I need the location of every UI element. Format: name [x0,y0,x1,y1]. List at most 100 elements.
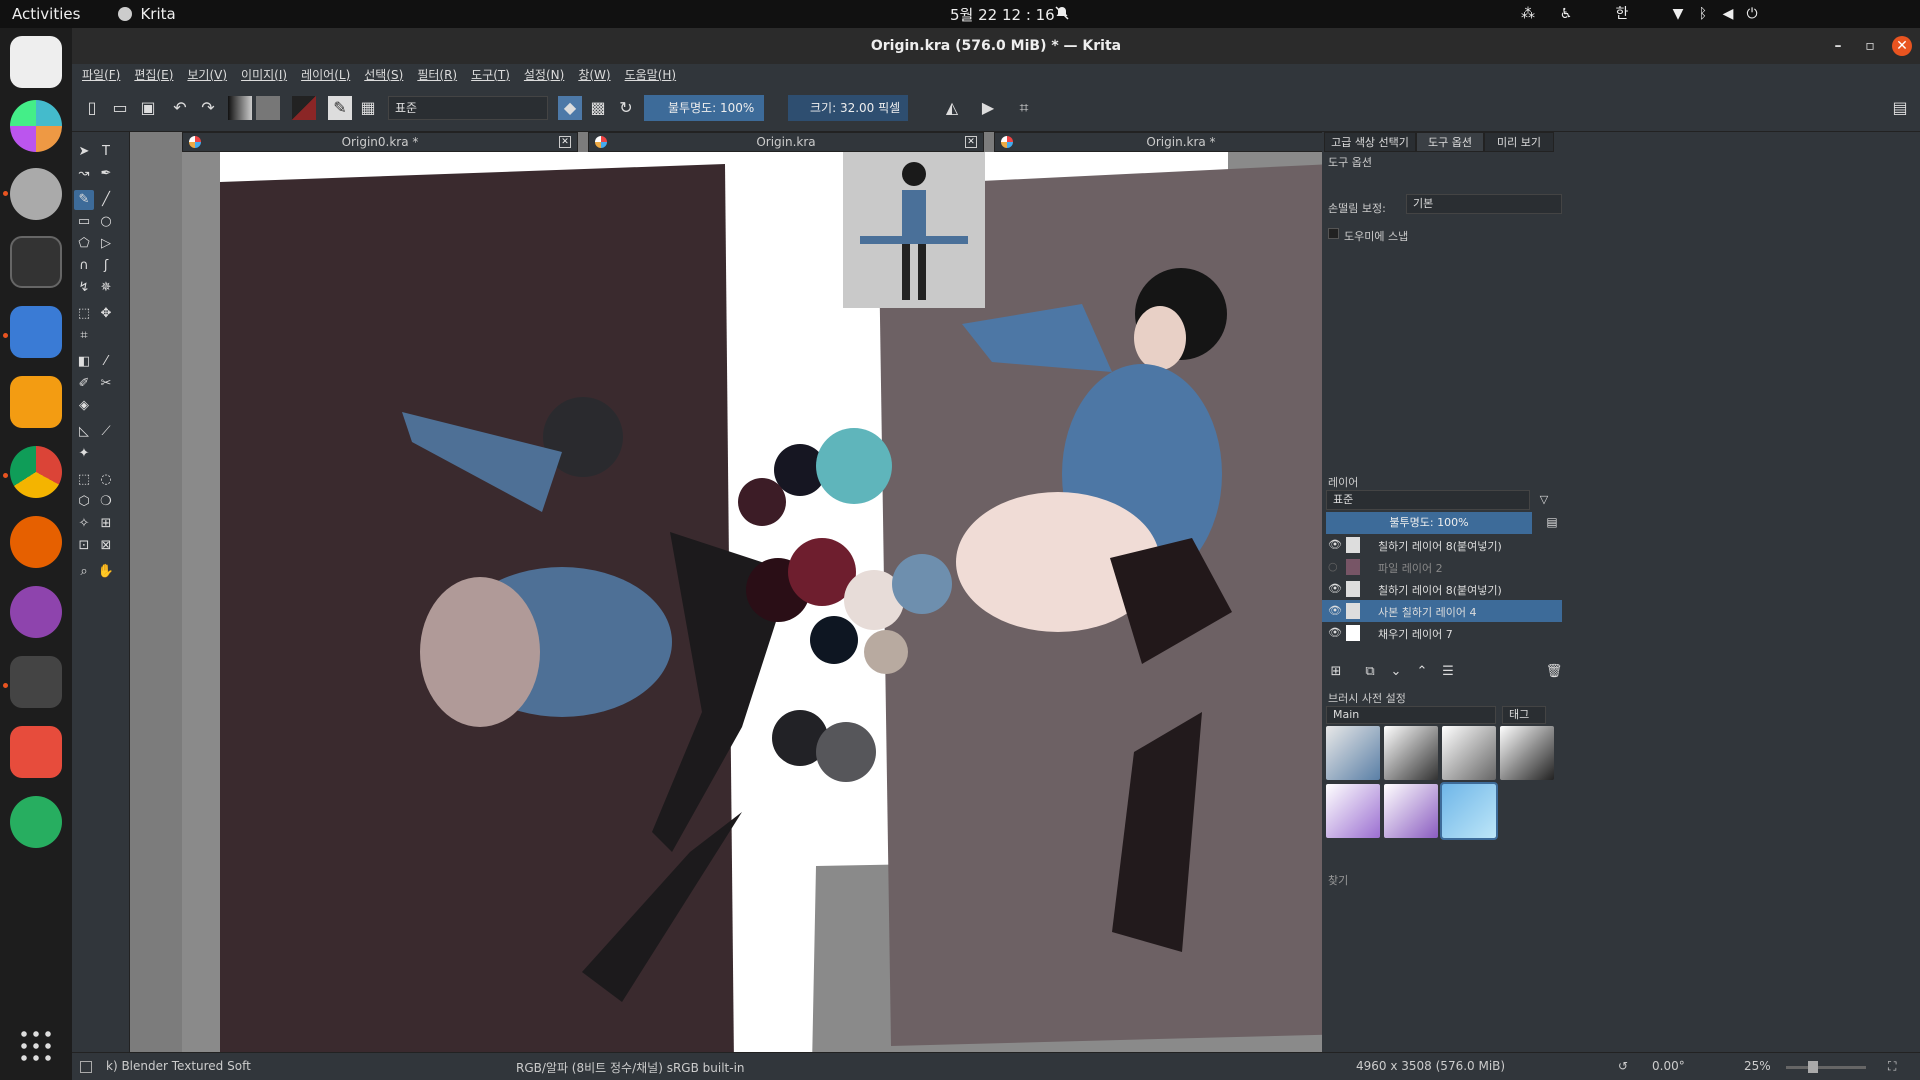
brush-preset-brush-purple[interactable] [1384,784,1438,838]
smoothing-select[interactable]: 기본 [1406,194,1562,214]
menu-help[interactable]: 도움말(H) [625,66,677,83]
visibility-eye-icon[interactable]: 👁 [1328,582,1342,595]
pattern-picker-icon[interactable] [256,96,280,120]
menu-settings[interactable]: 설정(N) [524,66,564,83]
new-document-icon[interactable]: ▯ [80,96,104,120]
bluetooth-icon[interactable]: ᛒ [1695,6,1711,22]
undo-icon[interactable]: ↶ [168,96,192,120]
doc-tab-origin[interactable]: Origin.kra ✕ [588,132,984,152]
bezier-tool-icon[interactable]: ∩ [74,256,94,276]
multibrush-tool-icon[interactable]: ✵ [96,278,116,298]
smart-patch-tool-icon[interactable]: ✂ [96,374,116,394]
magnetic-select-tool-icon[interactable]: ⊠ [96,536,116,556]
media-player-icon[interactable] [10,376,62,428]
menu-edit[interactable]: 편집(E) [134,66,173,83]
wifi-icon[interactable]: ▼ [1670,6,1686,22]
select-shape-tool-icon[interactable]: ➤ [74,142,94,162]
brush-preset-blender-textured[interactable] [1440,782,1498,840]
bezier-select-tool-icon[interactable]: ⊡ [74,536,94,556]
menu-filter[interactable]: 필터(R) [417,66,457,83]
color-picker-tray-icon[interactable]: ⁂ [1520,6,1536,22]
doc-tab-origin-active[interactable]: Origin.kra * ✕ [994,132,1368,152]
rotate-icon[interactable]: ↺ [1618,1059,1628,1073]
krita-icon[interactable] [10,656,62,708]
input-method-indicator[interactable]: 한 [1614,6,1630,22]
snap-checkbox[interactable] [1328,228,1339,239]
app-menu[interactable]: Krita [118,5,176,23]
brush-preset-ink[interactable] [1384,726,1438,780]
crop-tool-icon[interactable]: ⌗ [74,326,94,346]
layer-row[interactable]: 👁 채우기 레이어 7 [1322,622,1562,644]
layer-blend-select[interactable]: 표준 [1326,490,1530,510]
fill-tool-icon[interactable]: ◈ [74,396,94,416]
zoom-slider[interactable] [1786,1066,1866,1069]
canvas[interactable] [182,152,1368,1066]
mirror-vertical-icon[interactable]: ▶ [976,96,1000,120]
zoom-tool-icon[interactable]: ⌕ [74,562,94,582]
freehand-path-tool-icon[interactable]: ʃ [96,256,116,276]
show-applications-icon[interactable] [18,1028,54,1064]
layer-row[interactable]: 👁 칠하기 레이어 8(붙여넣기) [1322,578,1562,600]
menu-file[interactable]: 파일(F) [82,66,120,83]
gradient-picker-icon[interactable] [228,96,252,120]
brush-editor-icon[interactable]: ▦ [356,96,380,120]
add-layer-icon[interactable]: ⊞ [1326,662,1346,682]
layer-row[interactable]: 👁 칠하기 레이어 8(붙여넣기) [1322,534,1562,556]
menu-select[interactable]: 선택(S) [364,66,403,83]
firefox-icon[interactable] [10,516,62,568]
update-manager-icon[interactable] [10,796,62,848]
size-slider[interactable]: 크기: 32.00 픽셀 [788,95,908,121]
edit-shapes-tool-icon[interactable]: ↝ [74,164,94,184]
polyline-tool-icon[interactable]: ▷ [96,234,116,254]
brush-tag-select[interactable]: 태그 [1502,706,1546,724]
brush-search-placeholder[interactable]: 찾기 [1328,872,1348,888]
move-tool-icon[interactable]: ✥ [96,304,116,324]
menu-view[interactable]: 보기(V) [187,66,227,83]
layer-properties-icon[interactable]: ☰ [1438,662,1458,682]
zoom-slider-handle[interactable] [1808,1061,1818,1073]
mirror-horizontal-icon[interactable]: ◭ [940,96,964,120]
text-tool-icon[interactable]: T [96,142,116,162]
colorize-mask-tool-icon[interactable]: ✐ [74,374,94,394]
visibility-off-icon[interactable]: ○ [1328,560,1338,573]
move-layer-up-icon[interactable]: ⌃ [1412,662,1432,682]
maximize-button[interactable]: ▫ [1860,36,1880,56]
close-tab-icon[interactable]: ✕ [965,136,977,148]
dynamic-brush-tool-icon[interactable]: ↯ [74,278,94,298]
clock[interactable]: 5월 22 12 : 16 [950,4,1055,25]
close-tab-icon[interactable]: ✕ [559,136,571,148]
color-app-icon[interactable] [10,100,62,152]
doc-tab-origin0[interactable]: Origin0.kra * ✕ [182,132,578,152]
layer-view-icon[interactable]: ▤ [1542,512,1562,532]
color-sampler-tool-icon[interactable]: ⁄ [96,352,116,372]
fullscreen-icon[interactable]: ⛶ [1888,1059,1896,1074]
measure-tool-icon[interactable]: ⟋ [96,422,116,442]
layer-row-selected[interactable]: 👁 사본 칠하기 레이어 4 [1322,600,1562,622]
rectangle-tool-icon[interactable]: ▭ [74,212,94,232]
brush-preset-pencil[interactable] [1442,726,1496,780]
fg-bg-color-icon[interactable] [292,96,316,120]
tab-tool-options[interactable]: 도구 옵션 [1416,132,1484,152]
brush-preset-eraser[interactable] [1326,726,1380,780]
similar-select-tool-icon[interactable]: ⊞ [96,514,116,534]
video-downloader-icon[interactable] [10,726,62,778]
layer-row[interactable]: ○ 파일 레이어 2 [1322,556,1562,578]
move-layer-down-icon[interactable]: ⌄ [1386,662,1406,682]
freehand-brush-tool-icon[interactable]: ✎ [74,190,94,210]
blend-mode-select[interactable]: 표준 [388,96,548,120]
activities-button[interactable]: Activities [12,5,80,23]
menu-window[interactable]: 창(W) [578,66,610,83]
volume-icon[interactable]: ◀ [1720,6,1736,22]
menu-layer[interactable]: 레이어(L) [301,66,350,83]
minimize-button[interactable]: – [1828,36,1848,56]
file-manager-icon[interactable] [10,306,62,358]
opacity-slider[interactable]: 불투명도: 100% [644,95,764,121]
filter-icon[interactable]: ▽ [1534,490,1554,510]
contiguous-select-tool-icon[interactable]: ✧ [74,514,94,534]
save-icon[interactable]: ▣ [136,96,160,120]
workspace-icon[interactable]: ▤ [1888,96,1912,120]
visibility-eye-icon[interactable]: 👁 [1328,604,1342,617]
power-icon[interactable]: ⏻ [1744,6,1760,22]
reload-preset-icon[interactable]: ↻ [614,96,638,120]
polygon-tool-icon[interactable]: ⬠ [74,234,94,254]
